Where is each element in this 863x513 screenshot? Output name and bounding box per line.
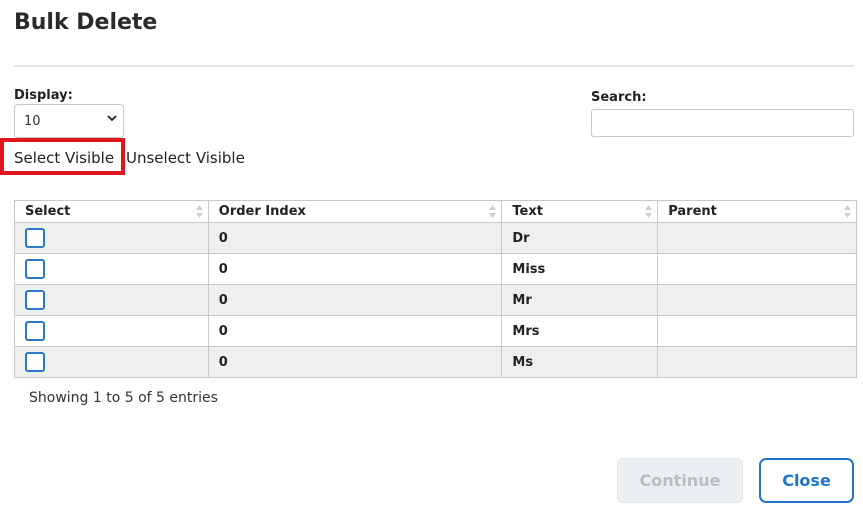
sort-icon [844,205,851,218]
unselect-visible-link[interactable]: Unselect Visible [126,149,245,167]
select-cell [14,222,209,254]
order-index-cell: 0 [207,253,503,285]
row-checkbox[interactable] [25,228,45,248]
parent-cell [657,253,857,285]
order-index-cell: 0 [207,315,503,347]
row-checkbox[interactable] [25,352,45,372]
table-info: Showing 1 to 5 of 5 entries [29,390,218,406]
text-cell: Mrs [501,315,659,347]
select-cell [14,253,209,285]
order-index-cell: 0 [207,346,503,378]
table-row: 0 Mr [14,284,857,316]
column-header-label: Order Index [218,204,306,219]
parent-cell [657,222,857,254]
row-checkbox[interactable] [25,290,45,310]
table-row: 0 Mrs [14,315,857,347]
column-header-label: Text [512,204,543,219]
title-divider [14,65,854,67]
text-cell: Miss [501,253,659,285]
select-cell [14,346,209,378]
row-checkbox[interactable] [25,259,45,279]
column-header-text[interactable]: Text [501,200,659,223]
parent-cell [657,315,857,347]
select-cell [14,284,209,316]
display-length-value: 10 [24,114,41,129]
chevron-down-icon [107,115,117,122]
select-visible-link[interactable]: Select Visible [14,149,114,167]
close-button[interactable]: Close [759,458,854,503]
column-header-label: Parent [668,204,717,219]
search-input[interactable] [591,109,854,137]
text-cell: Dr [501,222,659,254]
row-checkbox[interactable] [25,321,45,341]
column-header-order-index[interactable]: Order Index [207,200,503,223]
column-header-select[interactable]: Select [14,200,209,223]
text-cell: Ms [501,346,659,378]
parent-cell [657,284,857,316]
display-length-select[interactable]: 10 [14,104,124,138]
text-cell: Mr [501,284,659,316]
order-index-cell: 0 [207,284,503,316]
column-header-parent[interactable]: Parent [657,200,857,223]
display-label: Display: [14,88,73,103]
search-label: Search: [591,90,647,105]
table-row: 0 Miss [14,253,857,285]
continue-button[interactable]: Continue [617,458,743,503]
select-cell [14,315,209,347]
sort-icon [489,205,497,218]
dialog-title: Bulk Delete [14,10,158,35]
sort-icon [645,205,653,218]
table-row: 0 Dr [14,222,857,254]
entries-table: Select Order Index Text Parent 0 Dr 0 Mi… [14,200,857,378]
column-header-label: Select [25,204,71,219]
table-row: 0 Ms [14,346,857,378]
order-index-cell: 0 [207,222,503,254]
sort-icon [195,205,203,218]
parent-cell [657,346,857,378]
